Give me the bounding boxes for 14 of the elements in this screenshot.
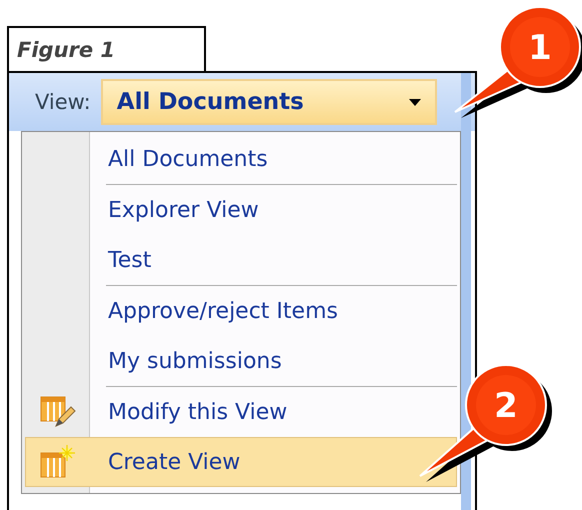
menu-item[interactable]: Create View bbox=[25, 437, 457, 487]
menu-item[interactable]: Explorer View bbox=[25, 185, 457, 235]
callout-number: 1 bbox=[528, 28, 552, 68]
table-sparkle-icon bbox=[40, 445, 76, 479]
view-label: View: bbox=[35, 90, 91, 114]
menu-item[interactable]: My submissions bbox=[25, 336, 457, 386]
view-dropdown[interactable]: All Documents bbox=[100, 79, 437, 125]
callout-number: 2 bbox=[494, 386, 518, 426]
caret-icon bbox=[408, 98, 421, 106]
menu-item[interactable]: Approve/reject Items bbox=[25, 286, 457, 336]
table-pencil-icon bbox=[40, 395, 76, 429]
menu-item[interactable]: Modify this View bbox=[25, 387, 457, 437]
menu-item[interactable]: All Documents bbox=[25, 134, 457, 184]
menu-item[interactable]: Test bbox=[25, 235, 457, 285]
